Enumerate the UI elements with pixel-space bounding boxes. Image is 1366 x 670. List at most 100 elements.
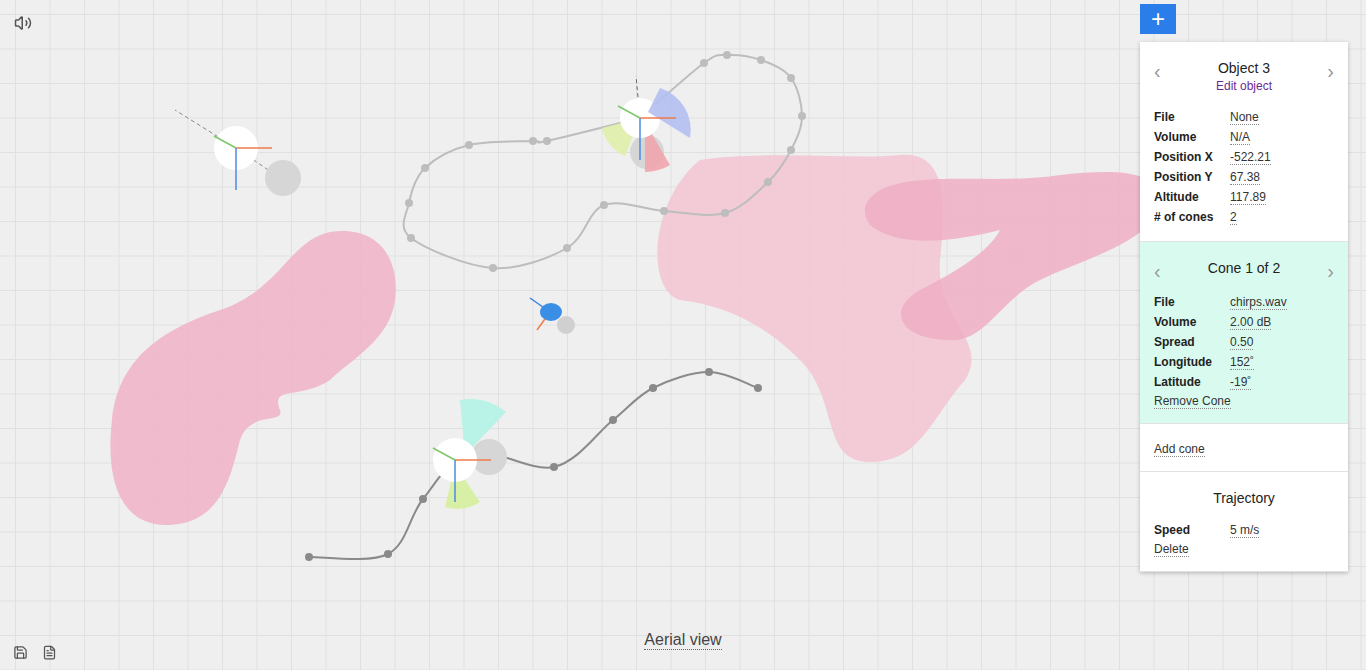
prev-arrow[interactable]: ‹	[1154, 260, 1161, 278]
sound-object[interactable]	[602, 76, 691, 172]
field-list: FileNoneVolumeN/APosition X-522.21Positi…	[1154, 107, 1334, 227]
save-icon[interactable]	[13, 645, 28, 660]
field-value[interactable]: -522.21	[1230, 150, 1271, 165]
trajectory-point[interactable]	[489, 264, 497, 272]
field-value[interactable]: -19˚	[1230, 375, 1251, 390]
trajectory[interactable]	[404, 51, 806, 272]
field-label: Spread	[1154, 335, 1230, 349]
field-row: Longitude152˚	[1154, 352, 1334, 372]
trajectory-point[interactable]	[529, 137, 537, 145]
field-label: Longitude	[1154, 355, 1230, 369]
prev-arrow[interactable]: ‹	[1154, 60, 1161, 78]
inspector-panel: ‹Object 3Edit object›FileNoneVolumeN/APo…	[1140, 42, 1348, 572]
field-label: Position X	[1154, 150, 1230, 164]
trajectory-point[interactable]	[721, 209, 729, 217]
trajectory-point[interactable]	[550, 463, 558, 471]
object-header: ‹ Object 3 Edit object ›	[1154, 60, 1334, 93]
field-row: Speed5 m/s	[1154, 520, 1334, 540]
field-row: Filechirps.wav	[1154, 292, 1334, 312]
trajectory-point[interactable]	[600, 201, 608, 209]
listener[interactable]	[530, 298, 575, 334]
cone-header: ‹ Cone 1 of 2 ›	[1154, 260, 1334, 278]
trajectory-point[interactable]	[723, 51, 731, 59]
trajectory-point[interactable]	[787, 146, 795, 154]
field-row: Volume2.00 dB	[1154, 312, 1334, 332]
trajectory-point[interactable]	[798, 112, 806, 120]
field-row: VolumeN/A	[1154, 127, 1334, 147]
field-row: # of cones2	[1154, 207, 1334, 227]
sound-object[interactable]	[175, 110, 301, 196]
field-value[interactable]: 67.38	[1230, 170, 1260, 185]
trajectory-point[interactable]	[764, 178, 772, 186]
field-label: Position Y	[1154, 170, 1230, 184]
add-cone-section: Add cone	[1140, 424, 1348, 472]
trajectory-point[interactable]	[407, 234, 415, 242]
field-label: Latitude	[1154, 375, 1230, 389]
edit-link[interactable]: Edit object	[1216, 79, 1272, 93]
field-row: Spread0.50	[1154, 332, 1334, 352]
next-arrow[interactable]: ›	[1327, 260, 1334, 278]
trajectory-title: Trajectory	[1154, 490, 1334, 506]
delete-button[interactable]: Delete	[1154, 542, 1189, 557]
trajectory-point[interactable]	[563, 244, 571, 252]
field-label: File	[1154, 110, 1230, 124]
object-section: ‹Object 3Edit object›FileNoneVolumeN/APo…	[1140, 42, 1348, 242]
trajectory-point[interactable]	[787, 74, 795, 82]
field-label: Volume	[1154, 130, 1230, 144]
field-row: Position X-522.21	[1154, 147, 1334, 167]
trajectory-point[interactable]	[660, 207, 668, 215]
add-cone-button[interactable]: Add cone	[1154, 442, 1205, 457]
trajectory-point[interactable]	[421, 164, 429, 172]
object-title: Object 3	[1218, 60, 1270, 76]
trajectory-section: Trajectory Speed5 m/s Delete	[1140, 472, 1348, 572]
trajectory-point[interactable]	[465, 141, 473, 149]
trajectory-point[interactable]	[754, 384, 762, 392]
field-value[interactable]: None	[1230, 110, 1259, 125]
field-value[interactable]: 117.89	[1230, 190, 1266, 205]
view-label[interactable]: Aerial view	[644, 631, 721, 650]
field-label: Volume	[1154, 315, 1230, 329]
add-button[interactable]: +	[1140, 4, 1176, 34]
field-label: File	[1154, 295, 1230, 309]
cone-title: Cone 1 of 2	[1208, 260, 1280, 276]
zone[interactable]	[865, 172, 1160, 340]
field-label: # of cones	[1154, 210, 1230, 224]
axes-icon	[214, 136, 272, 190]
axes-icon	[433, 448, 491, 502]
field-row: Altitude117.89	[1154, 187, 1334, 207]
trajectory-point[interactable]	[405, 199, 413, 207]
field-row: Position Y67.38	[1154, 167, 1334, 187]
editor: Aerial view+‹Object 3Edit object›FileNon…	[0, 0, 1366, 670]
trajectory-point[interactable]	[649, 384, 657, 392]
trajectory-point[interactable]	[757, 56, 765, 64]
cone-section: ‹Cone 1 of 2›Filechirps.wavVolume2.00 dB…	[1140, 242, 1348, 424]
trajectory-point[interactable]	[700, 59, 708, 67]
trajectory-point[interactable]	[543, 137, 551, 145]
axes-icon	[618, 106, 676, 160]
field-list: Speed5 m/s	[1154, 520, 1334, 540]
field-value[interactable]: chirps.wav	[1230, 295, 1287, 310]
sound-toggle-icon[interactable]	[14, 14, 32, 32]
document-icon[interactable]	[42, 645, 57, 660]
trajectory-point[interactable]	[609, 416, 617, 424]
field-value[interactable]: 2	[1230, 210, 1237, 225]
zone[interactable]	[110, 231, 395, 525]
trajectory[interactable]	[305, 368, 762, 561]
field-value[interactable]: 0.50	[1230, 335, 1253, 350]
field-label: Altitude	[1154, 190, 1230, 204]
field-label: Speed	[1154, 523, 1230, 537]
view-mode: Aerial view	[0, 631, 1366, 650]
trajectory-point[interactable]	[419, 495, 427, 503]
field-value[interactable]: 2.00 dB	[1230, 315, 1271, 330]
field-value[interactable]: 5 m/s	[1230, 523, 1259, 538]
field-value[interactable]: 152˚	[1230, 355, 1254, 370]
trajectory-point[interactable]	[305, 553, 313, 561]
sound-object[interactable]	[433, 399, 507, 509]
trajectory-point[interactable]	[705, 368, 713, 376]
field-value[interactable]: N/A	[1230, 130, 1250, 145]
trajectory-point[interactable]	[384, 550, 392, 558]
field-list: Filechirps.wavVolume2.00 dBSpread0.50Lon…	[1154, 292, 1334, 392]
remove-cone-button[interactable]: Remove Cone	[1154, 394, 1231, 409]
field-row: FileNone	[1154, 107, 1334, 127]
next-arrow[interactable]: ›	[1327, 60, 1334, 78]
